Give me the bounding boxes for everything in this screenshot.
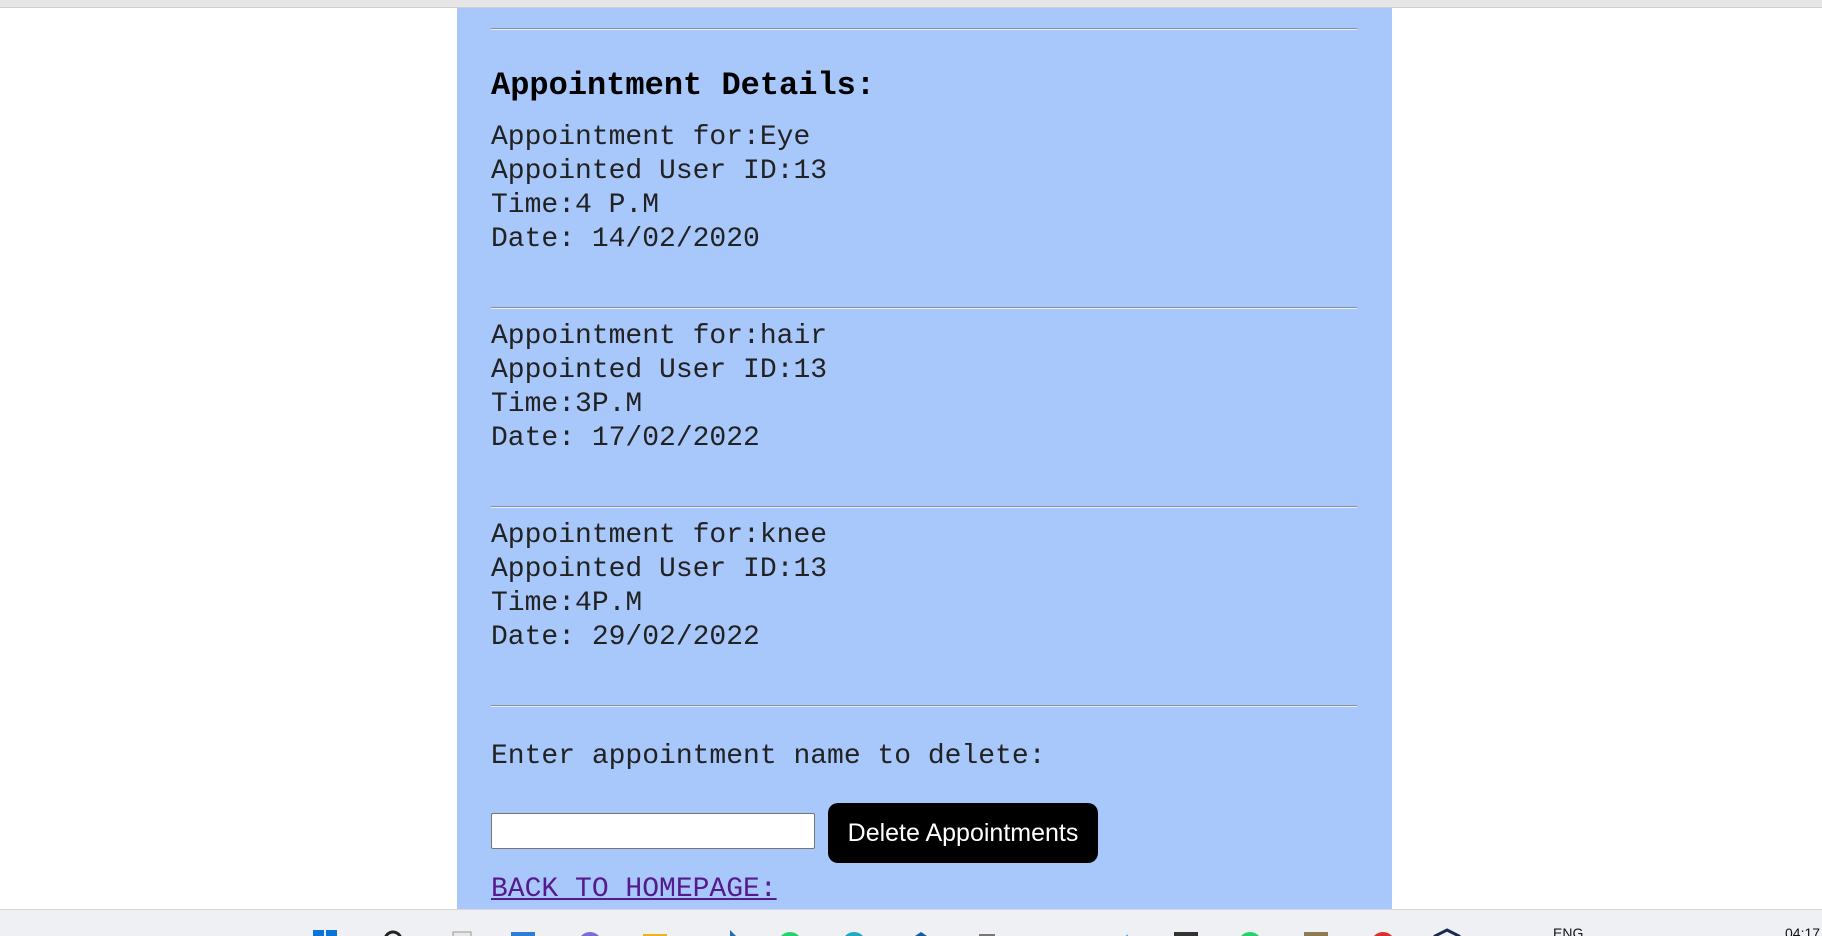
appointment-date: Date: 29/02/2022 (491, 622, 760, 653)
appointed-user-id: Appointed User ID:13 (491, 156, 828, 187)
divider (491, 28, 1357, 30)
delete-appointments-button[interactable]: Delete Appointments (828, 803, 1098, 863)
chat-icon[interactable] (576, 928, 604, 936)
page-heading: Appointment Details: (491, 67, 876, 104)
appointed-user-id: Appointed User ID:13 (491, 355, 828, 386)
shield-icon[interactable] (1433, 928, 1461, 936)
browser-icon[interactable] (840, 928, 868, 936)
appointment-name-input[interactable] (491, 813, 815, 849)
widgets-icon[interactable] (509, 928, 537, 936)
divider (491, 307, 1357, 309)
whatsapp-icon[interactable] (1236, 928, 1264, 936)
appointments-panel: Appointment Details: Appointment for:Eye… (457, 8, 1392, 909)
app-icon[interactable] (1302, 928, 1330, 936)
folder-icon[interactable] (641, 928, 669, 936)
appointment-for: Appointment for:knee (491, 520, 828, 551)
appointment-date: Date: 17/02/2022 (491, 423, 760, 454)
file-icon[interactable] (449, 928, 477, 936)
appointment-for: Appointment for:hair (491, 321, 828, 352)
app-icon[interactable] (1172, 928, 1200, 936)
settings-icon[interactable] (973, 928, 1001, 936)
back-to-homepage-link[interactable]: BACK TO HOMEPAGE: (491, 873, 777, 907)
appointment-record: Appointment for:hair Appointed User ID:1… (491, 320, 827, 456)
clock[interactable]: 04:17 (1785, 925, 1820, 936)
appointment-time: Time:4 P.M (491, 190, 660, 221)
appointment-record: Appointment for:knee Appointed User ID:1… (491, 519, 827, 655)
appointment-time: Time:3P.M (491, 389, 643, 420)
folder-icon[interactable] (1040, 928, 1068, 936)
app-icon[interactable] (1113, 928, 1141, 936)
vscode-icon[interactable] (907, 928, 935, 936)
appointment-for: Appointment for:Eye (491, 122, 811, 153)
divider (491, 506, 1357, 508)
taskbar: ENG 04:17 (0, 909, 1822, 936)
search-icon[interactable] (381, 928, 409, 936)
appointment-date: Date: 14/02/2020 (491, 224, 760, 255)
appointment-record: Appointment for:Eye Appointed User ID:13… (491, 121, 827, 257)
app-icon[interactable] (716, 928, 744, 936)
delete-prompt: Enter appointment name to delete: (491, 741, 1046, 772)
language-indicator[interactable]: ENG (1553, 925, 1583, 936)
appointed-user-id: Appointed User ID:13 (491, 554, 828, 585)
appointment-time: Time:4P.M (491, 588, 643, 619)
browser-top-strip (0, 0, 1822, 8)
divider (491, 705, 1357, 707)
whatsapp-icon[interactable] (776, 928, 804, 936)
windows-start-icon[interactable] (311, 928, 339, 936)
red-app-icon[interactable] (1369, 928, 1397, 936)
